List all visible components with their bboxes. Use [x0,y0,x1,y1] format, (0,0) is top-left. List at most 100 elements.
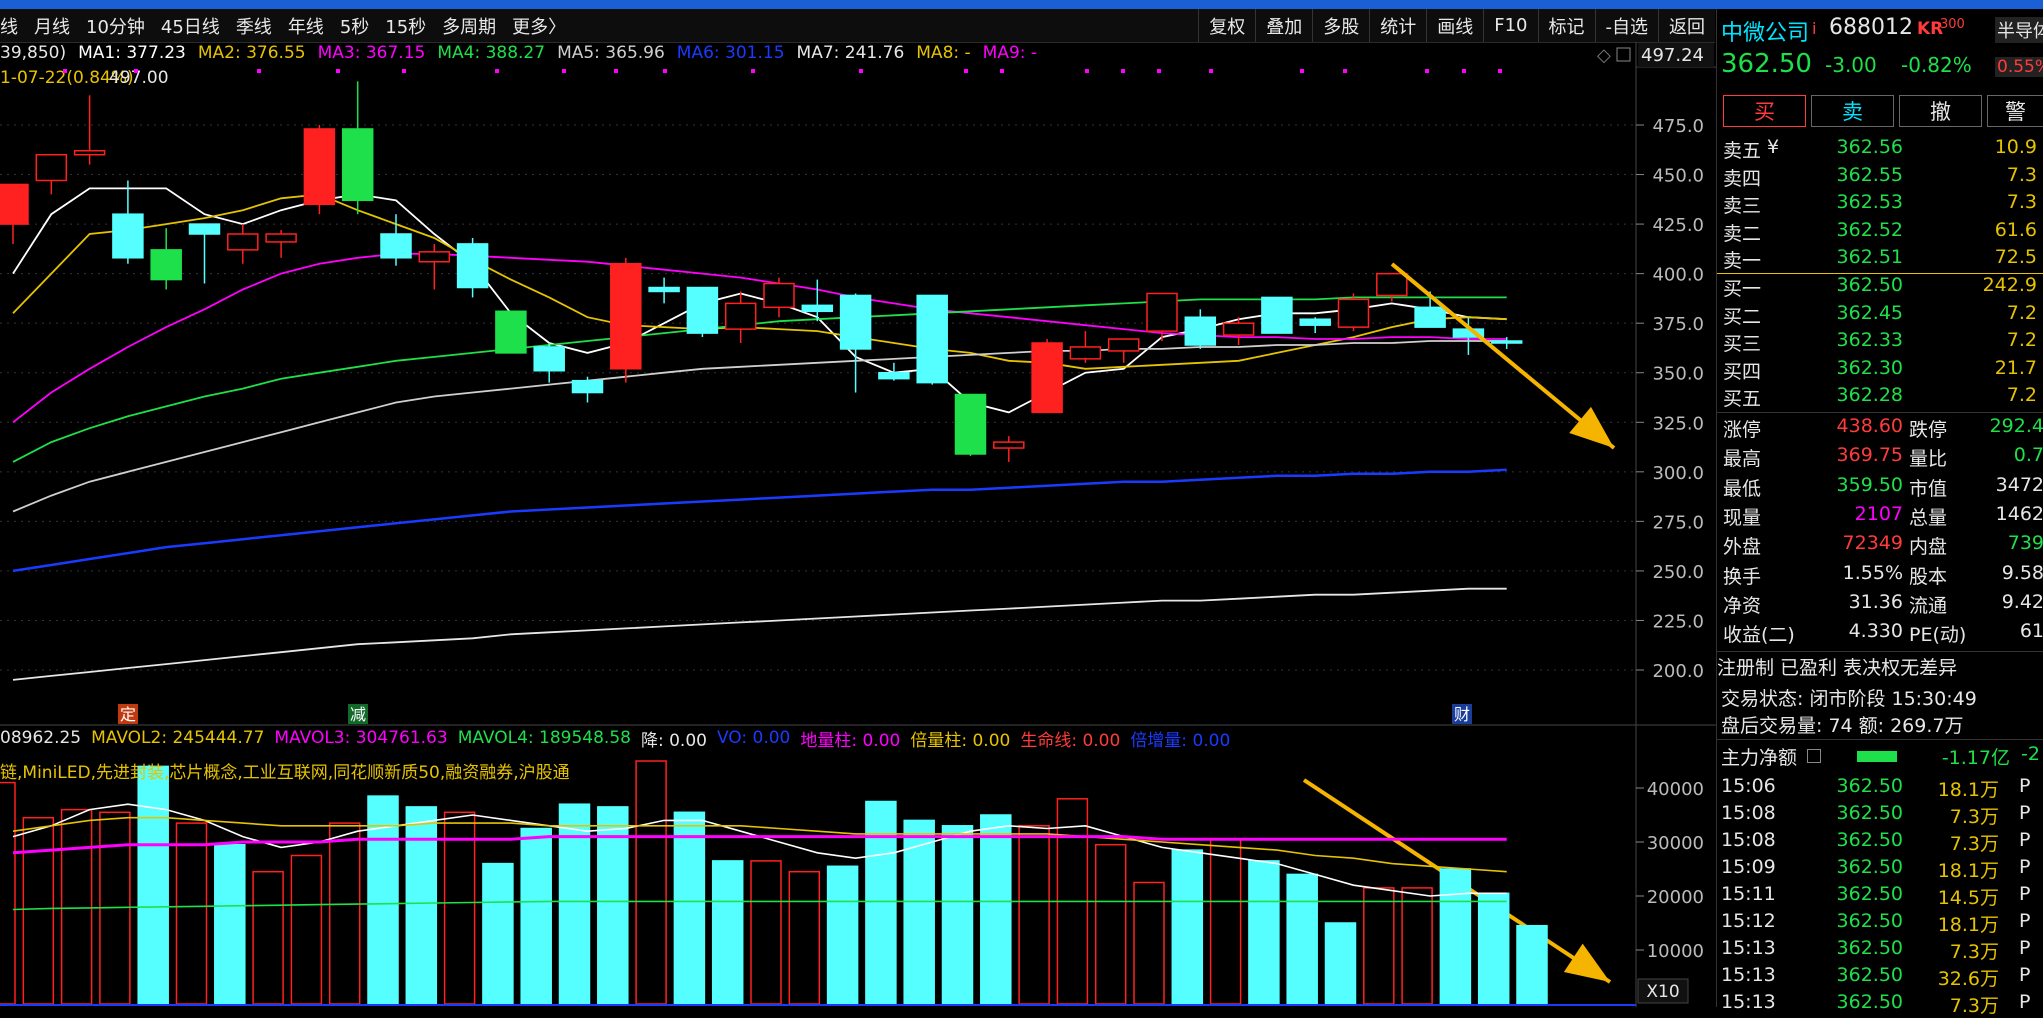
order-price: 362.30 [1836,356,1903,379]
net-flow-value: -1.17亿 [1941,747,2010,769]
order-level-label: 买三 [1723,333,1762,356]
stat-value: 739 [2007,532,2043,555]
period-tab-1[interactable]: 月线 [34,13,70,39]
vol-legend-item: 08962.25 [0,728,82,748]
tool-button-7[interactable]: -自选 [1594,9,1659,42]
vol-tick-label: 10000 [1647,941,1704,962]
sell-button[interactable]: 卖 [1811,95,1894,127]
vol-legend-item: MAVOL4: 189548.58 [457,728,631,748]
volume-bar [750,860,782,1005]
period-tab-9[interactable]: 更多〉 [512,13,566,39]
candle-body [303,128,336,206]
volume-bar [711,860,744,1005]
list-icon[interactable] [1807,749,1821,763]
stat-label: 最高 [1723,448,1762,471]
stat-value: 369.75 [1836,444,1903,467]
stat-label: 外盘 [1723,536,1762,559]
price-tick-label: 200.0 [1652,661,1704,682]
candle-body [35,153,68,182]
volume-bar [1363,887,1395,1005]
volume-bar [1477,892,1510,1005]
vol-tick-label: 40000 [1647,779,1704,800]
period-tab-7[interactable]: 15秒 [385,13,426,39]
period-tab-0[interactable]: 线 [0,13,18,39]
candle-body [73,150,106,156]
signal-dot [663,69,667,73]
period-tab-5[interactable]: 年线 [288,13,324,39]
order-level-label: 买二 [1723,305,1762,328]
tick-amount: 7.3万 [1949,941,1999,963]
price-change: -3.00 [1825,53,1877,77]
tool-button-4[interactable]: 画线 [1426,9,1483,42]
tick-price: 362.50 [1836,937,1903,959]
vol-legend-item: 倍增量: 0.00 [1130,730,1231,751]
stat-label: 流通 [1909,594,1948,617]
diamond-icon[interactable]: ◇ [1597,45,1611,66]
order-level-label: 买一 [1723,278,1762,300]
volume-bar [788,870,821,1005]
kline-chart[interactable]: 475.0 450.0 425.0 400.0 375.0 350.0 325.0 300.0… [0,42,1716,1007]
signal-dot [1498,69,1502,73]
tool-button-6[interactable]: 标记 [1537,9,1595,42]
cancel-button[interactable]: 撤 [1899,95,1982,127]
signal-dot [614,69,618,73]
tool-button-1[interactable]: 叠加 [1255,9,1312,42]
alert-button[interactable]: 警 [1987,95,2043,127]
period-tab-4[interactable]: 季线 [236,13,272,39]
tool-button-5[interactable]: F10 [1483,9,1537,42]
volume-bar [520,827,552,1005]
volume-bar [482,862,514,1005]
tool-button-2[interactable]: 多股 [1312,9,1369,42]
candle-body [878,371,910,380]
period-tab-6[interactable]: 5秒 [340,13,369,39]
stock-name[interactable]: 中微公司 [1721,15,1809,47]
tool-button-8[interactable]: 返回 [1658,9,1715,42]
volume-bar [1171,849,1204,1005]
vol-legend-item: 生命线: 0.00 [1020,730,1121,751]
tool-button-0[interactable]: 复权 [1198,9,1255,42]
volume-bar [673,811,706,1005]
period-tab-2[interactable]: 10分钟 [86,13,145,39]
signal-dot [1343,69,1347,73]
candle-body [1107,338,1140,352]
candle-body [341,128,374,202]
volume-bar [22,816,55,1005]
tick-time: 15:09 [1721,856,1776,878]
tick-price: 362.50 [1836,829,1903,851]
order-level-label: 买四 [1723,360,1762,383]
buy-button[interactable]: 买 [1723,95,1806,127]
order-level-label: 买五 [1723,388,1762,411]
tick-price: 362.50 [1836,802,1903,824]
candle-body [1146,292,1178,332]
tick-side: P [2019,883,2031,905]
event-marker-cai-label: 财 [1454,705,1470,724]
volume-bar [1439,868,1472,1005]
window-icon[interactable] [1616,47,1631,62]
signal-dot [751,69,755,73]
event-marker-jian-label: 减 [350,705,366,724]
tick-amount: 32.6万 [1937,968,1999,990]
order-volume: 7.2 [2006,301,2037,324]
vol-legend-item: MAVOL2: 245444.77 [91,728,265,748]
vol-legend-item: VO: 0.00 [716,728,791,748]
sector-name[interactable]: 半导体 [1995,17,2043,43]
period-tab-3[interactable]: 45日线 [161,13,220,39]
candle-body [801,304,834,313]
tool-button-3[interactable]: 统计 [1369,9,1426,42]
order-volume: 7.3 [2006,191,2037,214]
period-tab-8[interactable]: 多周期 [442,13,496,39]
tick-side: P [2019,991,2031,1013]
ma-line-MA3 [12,252,1507,424]
order-price: 362.28 [1836,384,1903,407]
volume-bar [290,854,323,1005]
volume-bar [443,811,476,1005]
stat-value: 4.330 [1848,620,1903,643]
stat-label: 跌停 [1909,419,1948,441]
candle-body [1414,306,1446,328]
volume-bar [635,760,667,1005]
tick-amount: 18.1万 [1937,914,1999,936]
candle-body [1376,272,1408,297]
volume-bar [980,814,1012,1005]
tick-amount: 7.3万 [1949,806,1999,828]
flow-divider [1717,739,2043,740]
